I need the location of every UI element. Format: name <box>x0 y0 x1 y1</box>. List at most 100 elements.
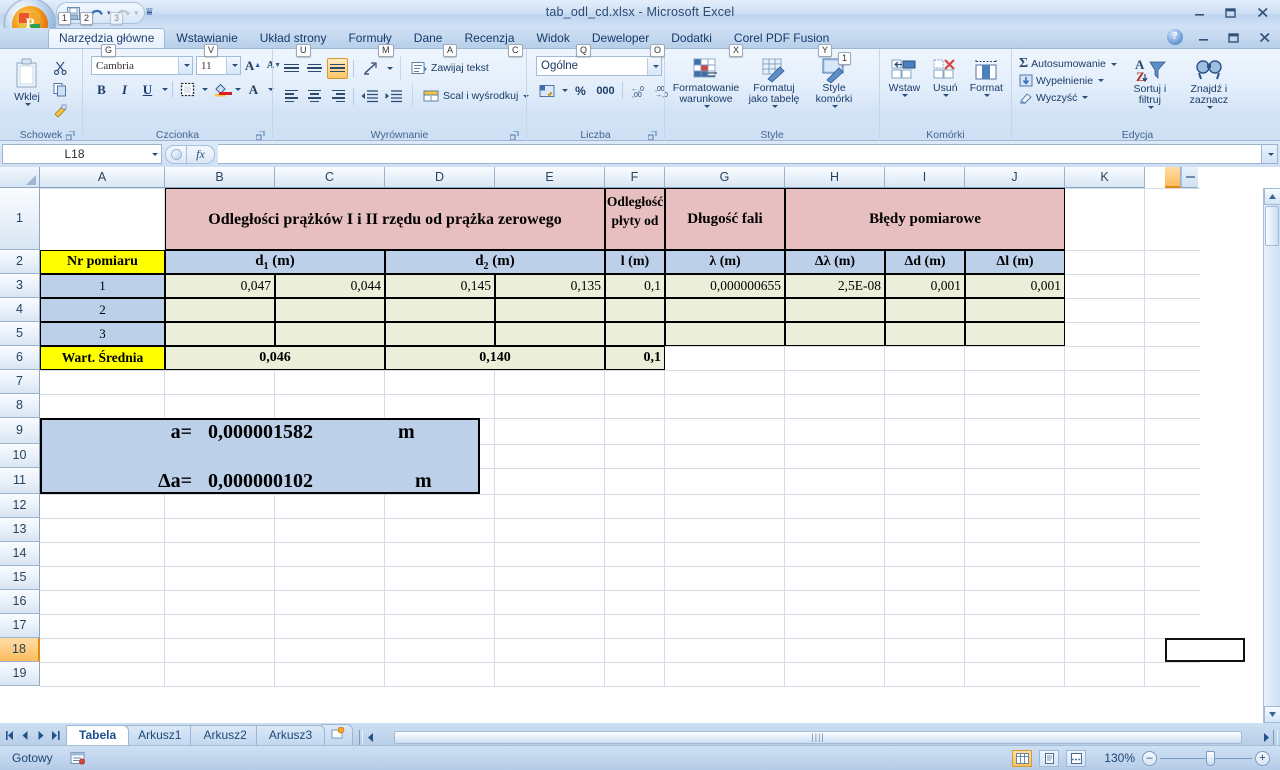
row-header-12[interactable]: 12 <box>0 494 40 518</box>
row-header-6[interactable]: 6 <box>0 346 40 370</box>
cell-average-d2[interactable]: 0,140 <box>385 346 605 370</box>
clear-dropdown-icon[interactable] <box>1082 96 1089 99</box>
borders-button[interactable] <box>177 79 198 100</box>
column-header-E[interactable]: E <box>495 167 605 188</box>
minimize-ribbon-button[interactable] <box>1192 28 1214 46</box>
header-group-distances[interactable]: Odległości prążków I i II rzędu od prążk… <box>165 188 605 250</box>
conditional-formatting-button[interactable]: Formatowanie warunkowe <box>669 55 743 110</box>
align-top-button[interactable] <box>281 58 302 79</box>
hscroll-left-button[interactable] <box>363 730 378 745</box>
page-layout-view-button[interactable] <box>1039 749 1059 767</box>
number-dialog-launcher[interactable] <box>647 130 658 141</box>
header-col-dd[interactable]: Δd (m) <box>885 250 965 274</box>
column-header-K[interactable]: K <box>1065 167 1145 188</box>
column-header-G[interactable]: G <box>665 167 785 188</box>
row-header-18[interactable]: 18 <box>0 638 40 662</box>
cell-styles-button[interactable]: Style komórki <box>805 55 863 110</box>
cell-E4[interactable] <box>495 298 605 322</box>
increase-decimal-button[interactable]: ←,0,00 <box>627 80 649 101</box>
page-break-view-button[interactable] <box>1066 749 1086 767</box>
orientation-button[interactable] <box>359 58 383 79</box>
font-color-button[interactable]: A <box>243 79 264 100</box>
cell-F4[interactable] <box>605 298 665 322</box>
zoom-in-button[interactable]: + <box>1255 750 1270 766</box>
number-format-dropdown-icon[interactable] <box>647 57 661 75</box>
column-header-H[interactable]: H <box>785 167 885 188</box>
cell-styles-dropdown-icon[interactable] <box>832 105 838 108</box>
find-select-button[interactable]: Znajdź i zaznacz <box>1180 55 1238 111</box>
column-header-C[interactable]: C <box>275 167 385 188</box>
normal-view-button[interactable] <box>1012 749 1032 767</box>
help-icon[interactable]: ? <box>1167 29 1183 45</box>
percent-format-button[interactable]: % <box>570 80 591 101</box>
cell-I5[interactable] <box>885 322 965 346</box>
cell-D4[interactable] <box>385 298 495 322</box>
header-col-d2[interactable]: d2 (m) <box>385 250 605 274</box>
conditional-formatting-dropdown-icon[interactable] <box>704 105 710 108</box>
close-button[interactable] <box>1252 3 1274 21</box>
insert-cells-dropdown-icon[interactable] <box>902 94 909 97</box>
borders-dropdown-icon[interactable] <box>202 88 208 91</box>
column-header-J[interactable]: J <box>965 167 1065 188</box>
cell-F5[interactable] <box>605 322 665 346</box>
find-select-dropdown-icon[interactable] <box>1206 106 1213 109</box>
fill-color-dropdown-icon[interactable] <box>235 88 241 91</box>
result-da-value[interactable]: 0,000000102 <box>205 468 405 494</box>
header-group-errors[interactable]: Błędy pomiarowe <box>785 188 1065 250</box>
cell-A4[interactable]: 2 <box>40 298 165 322</box>
previous-sheet-button[interactable] <box>19 729 32 742</box>
column-header-D[interactable]: D <box>385 167 495 188</box>
row-header-11[interactable]: 11 <box>0 468 40 494</box>
row-header-16[interactable]: 16 <box>0 590 40 614</box>
accounting-format-button[interactable] <box>536 80 558 101</box>
increase-font-size-button[interactable]: A ▲ <box>244 55 262 76</box>
ribbon-tab-6[interactable]: Widok <box>526 29 581 48</box>
cell-grid[interactable]: Odległości prążków I i II rzędu od prążk… <box>40 188 1280 723</box>
cell-J5[interactable] <box>965 322 1065 346</box>
column-header-A[interactable]: A <box>40 167 165 188</box>
cell-C3[interactable]: 0,044 <box>275 274 385 298</box>
autosum-button[interactable]: Σ Autosumowanie <box>1016 57 1120 71</box>
wrap-text-button[interactable]: Zawijaj tekst <box>408 60 492 77</box>
zoom-out-button[interactable]: – <box>1142 750 1157 766</box>
clear-button[interactable]: Wyczyść <box>1016 90 1120 105</box>
vertical-scroll-thumb[interactable] <box>1265 206 1279 246</box>
cell-E5[interactable] <box>495 322 605 346</box>
align-middle-button[interactable] <box>304 58 325 79</box>
orientation-dropdown-icon[interactable] <box>387 66 393 70</box>
fill-dropdown-icon[interactable] <box>1098 79 1105 82</box>
font-name-combo[interactable]: Cambria <box>91 56 193 75</box>
font-dialog-launcher[interactable] <box>255 130 266 141</box>
result-da-label[interactable]: Δa= <box>125 468 195 494</box>
close-workbook-button[interactable] <box>1254 28 1276 46</box>
underline-dropdown-icon[interactable] <box>162 88 168 91</box>
row-header-19[interactable]: 19 <box>0 662 40 686</box>
accounting-dropdown-icon[interactable] <box>562 89 568 92</box>
align-left-button[interactable] <box>281 86 302 107</box>
cell-D3[interactable]: 0,145 <box>385 274 495 298</box>
row-header-9[interactable]: 9 <box>0 418 40 444</box>
cell-H3[interactable]: 2,5E-08 <box>785 274 885 298</box>
zoom-level-label[interactable]: 130% <box>1093 751 1135 765</box>
header-col-d1[interactable]: d1 (m) <box>165 250 385 274</box>
cell-H5[interactable] <box>785 322 885 346</box>
align-bottom-button[interactable] <box>327 57 348 79</box>
cell-J3[interactable]: 0,001 <box>965 274 1065 298</box>
copy-button[interactable] <box>50 79 71 100</box>
header-col-nr[interactable]: Nr pomiaru <box>40 250 165 274</box>
active-cell-L18[interactable] <box>1165 638 1245 662</box>
scroll-up-button[interactable] <box>1264 188 1280 205</box>
increase-indent-button[interactable] <box>383 86 405 107</box>
row-header-14[interactable]: 14 <box>0 542 40 566</box>
record-macro-icon[interactable] <box>69 750 87 766</box>
cell-average-d1[interactable]: 0,046 <box>165 346 385 370</box>
row-header-4[interactable]: 4 <box>0 298 40 322</box>
font-size-combo[interactable]: 11 <box>196 56 241 75</box>
sheet-tab-arkusz2[interactable]: Arkusz2 <box>190 725 260 745</box>
bold-button[interactable]: B <box>91 79 112 100</box>
row-header-17[interactable]: 17 <box>0 614 40 638</box>
column-header-B[interactable]: B <box>165 167 275 188</box>
sheet-tab-arkusz1[interactable]: Arkusz1 <box>125 725 195 745</box>
zoom-track[interactable] <box>1160 750 1252 766</box>
underline-button[interactable]: U <box>137 79 158 100</box>
